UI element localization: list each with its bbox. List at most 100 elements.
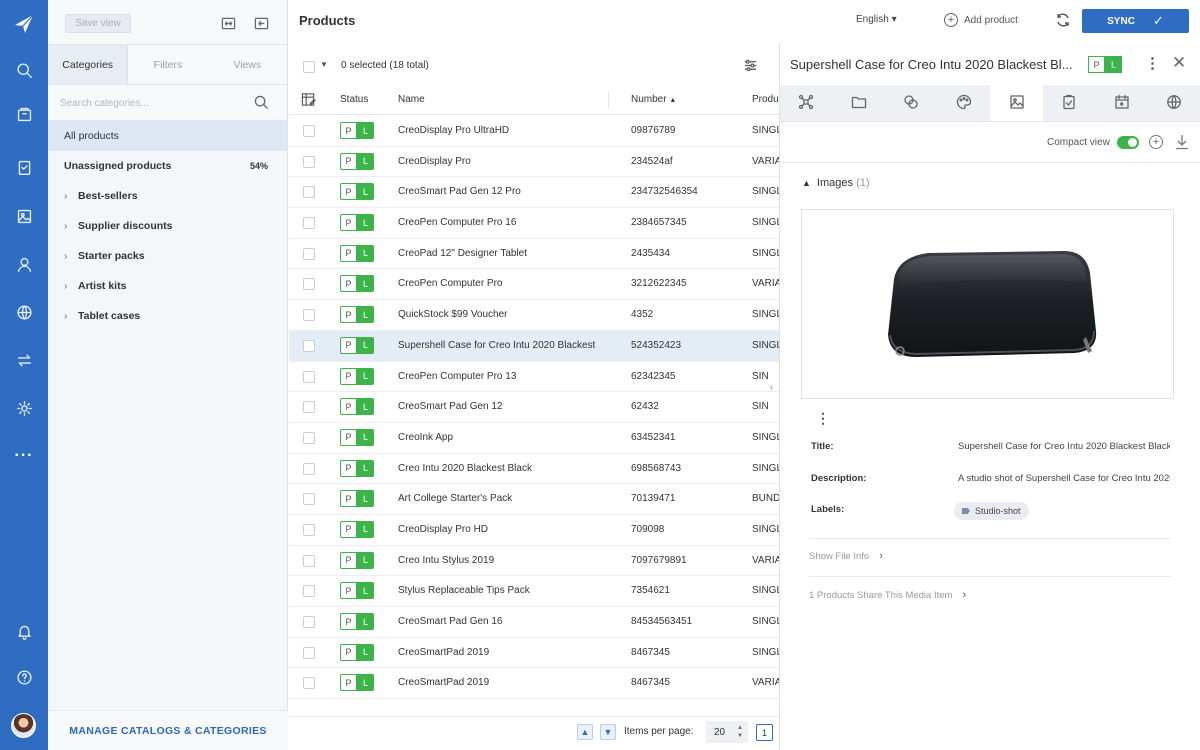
row-checkbox[interactable] xyxy=(303,493,315,506)
stepper-icon[interactable]: ▲ ▼ xyxy=(737,724,743,740)
product-name[interactable]: CreoPen Computer Pro 16 xyxy=(398,217,598,228)
tab-structure[interactable] xyxy=(780,85,833,121)
category-item[interactable]: › Artist kits xyxy=(48,271,287,301)
product-name[interactable]: CreoSmart Pad Gen 12 Pro xyxy=(398,186,598,197)
add-product-button[interactable]: + Add product xyxy=(944,13,1018,27)
table-row[interactable]: P L CreoSmart Pad Gen 12 62432 SIN xyxy=(289,392,779,423)
row-checkbox[interactable] xyxy=(303,677,315,690)
row-checkbox[interactable] xyxy=(303,247,315,260)
column-name[interactable]: Name xyxy=(398,94,425,105)
search-icon[interactable] xyxy=(12,58,36,82)
category-item[interactable]: Unassigned products 54% xyxy=(48,151,287,181)
download-icon[interactable] xyxy=(1175,134,1189,153)
row-checkbox[interactable] xyxy=(303,339,315,352)
tab-categories[interactable]: Categories xyxy=(48,45,129,84)
product-name[interactable]: CreoPad 12" Designer Tablet xyxy=(398,248,598,259)
chevron-up-icon[interactable]: ▲ xyxy=(577,724,593,740)
product-name[interactable]: Supershell Case for Creo Intu 2020 Black… xyxy=(398,340,598,351)
column-product-type[interactable]: Produ xyxy=(752,94,779,105)
chevron-right-icon[interactable]: › xyxy=(64,191,78,202)
product-name[interactable]: CreoInk App xyxy=(398,432,598,443)
table-row[interactable]: P L Stylus Replaceable Tips Pack 7354621 SIN… xyxy=(289,576,779,607)
compact-view-toggle[interactable] xyxy=(1117,136,1139,149)
product-name[interactable]: CreoPen Computer Pro 13 xyxy=(398,371,598,382)
row-checkbox[interactable] xyxy=(303,554,315,567)
row-checkbox[interactable] xyxy=(303,186,315,199)
product-name[interactable]: CreoDisplay Pro HD xyxy=(398,524,598,535)
product-name[interactable]: CreoSmart Pad Gen 16 xyxy=(398,616,598,627)
table-row[interactable]: PL CreoPen Computer Pro 16 2384657345 SINGL xyxy=(289,208,779,239)
shared-products-link[interactable]: 1 Products Share This Media Item › xyxy=(809,589,966,601)
table-row[interactable]: P L CreoDisplay Pro 234524af VARIA xyxy=(289,147,779,178)
category-item[interactable]: › Starter packs xyxy=(48,241,287,271)
category-item[interactable]: › Best-sellers xyxy=(48,181,287,211)
table-row[interactable]: P L CreoSmartPad 2019 8467345 VARIA xyxy=(289,668,779,700)
row-checkbox[interactable] xyxy=(303,125,315,137)
select-all-checkbox[interactable] xyxy=(303,61,315,73)
manage-catalogs-link[interactable]: MANAGE CATALOGS & CATEGORIES xyxy=(48,710,288,750)
column-number[interactable]: Number ▲ xyxy=(631,94,676,105)
row-checkbox[interactable] xyxy=(303,616,315,628)
tab-views[interactable]: Views xyxy=(207,45,287,84)
search-icon[interactable] xyxy=(254,95,269,113)
images-section-header[interactable]: ▲ Images (1) xyxy=(802,177,870,189)
table-row[interactable]: P L CreoPen Computer Pro 13 62342345 SIN xyxy=(289,362,779,393)
tab-calendar[interactable] xyxy=(1096,85,1149,121)
more-vertical-icon[interactable]: ⋮ xyxy=(816,410,830,427)
table-row[interactable]: P L Supershell Case for Creo Intu 2020 Bla… xyxy=(289,330,779,362)
page-number[interactable]: 1 xyxy=(756,724,773,741)
tab-images[interactable] xyxy=(990,85,1043,121)
column-status[interactable]: Status xyxy=(340,94,368,105)
image-icon[interactable] xyxy=(12,204,36,228)
show-file-info-link[interactable]: Show File Info › xyxy=(809,550,883,562)
description-value[interactable]: A studio shot of Supershell Case for Cre… xyxy=(958,473,1170,484)
table-row[interactable]: P L Art College Starter's Pack 70139471 BUND xyxy=(289,484,779,515)
help-icon[interactable] xyxy=(12,665,36,689)
table-row[interactable]: PL CreoInk App 63452341 SINGL xyxy=(289,423,779,454)
table-row[interactable]: P L CreoSmart Pad Gen 12 Pro 234732546354 SI… xyxy=(289,177,779,209)
label-chip[interactable]: Studio-shot xyxy=(954,502,1029,520)
chevron-right-icon[interactable]: › xyxy=(64,311,78,322)
refresh-icon[interactable] xyxy=(1055,12,1071,31)
row-checkbox[interactable] xyxy=(303,370,315,383)
column-divider[interactable] xyxy=(608,91,609,109)
sync-button[interactable]: SYNC ✓ xyxy=(1082,9,1189,33)
tab-palette[interactable] xyxy=(938,85,991,121)
row-checkbox[interactable] xyxy=(303,462,315,475)
table-row[interactable]: PL CreoSmartPad 2019 8467345 SINGL xyxy=(289,638,779,669)
collapse-panel-icon[interactable] xyxy=(252,14,270,32)
tasks-icon[interactable] xyxy=(12,155,36,179)
column-settings-icon[interactable] xyxy=(743,58,758,76)
catalog-icon[interactable] xyxy=(12,102,36,126)
tab-checklist[interactable] xyxy=(1043,85,1096,121)
tab-folder[interactable] xyxy=(833,85,886,121)
product-name[interactable]: Creo Intu Stylus 2019 xyxy=(398,555,598,566)
product-name[interactable]: CreoSmartPad 2019 xyxy=(398,647,598,658)
product-name[interactable]: Creo Intu 2020 Blackest Black xyxy=(398,463,598,474)
row-checkbox[interactable] xyxy=(303,217,315,230)
chevron-down-icon[interactable]: ▼ xyxy=(320,60,328,69)
row-checkbox[interactable] xyxy=(303,278,315,291)
table-row[interactable]: PL CreoDisplay Pro HD 709098 SINGL xyxy=(289,515,779,546)
chevron-right-icon[interactable]: › xyxy=(64,221,78,232)
tab-translations[interactable] xyxy=(1148,85,1200,121)
items-per-page-select[interactable]: 20 ▲ ▼ xyxy=(706,721,748,743)
chevron-down-icon[interactable]: ▼ xyxy=(600,724,616,740)
row-checkbox[interactable] xyxy=(303,585,315,598)
category-item[interactable]: All products xyxy=(48,121,287,151)
category-search-input[interactable] xyxy=(60,93,250,113)
table-row[interactable]: PL QuickStock $99 Voucher 4352 SINGL xyxy=(289,300,779,331)
transfer-icon[interactable] xyxy=(12,348,36,372)
globe-icon[interactable] xyxy=(12,300,36,324)
product-name[interactable]: Stylus Replaceable Tips Pack xyxy=(398,585,598,596)
bell-icon[interactable] xyxy=(12,619,36,643)
user-icon[interactable] xyxy=(12,252,36,276)
language-select[interactable]: English ▾ xyxy=(856,14,897,25)
title-value[interactable]: Supershell Case for Creo Intu 2020 Black… xyxy=(958,441,1170,452)
chevron-right-icon[interactable]: › xyxy=(64,251,78,262)
table-row[interactable]: P L Creo Intu 2020 Blackest Black 698568743… xyxy=(289,454,779,485)
product-name[interactable]: CreoSmartPad 2019 xyxy=(398,677,598,688)
avatar[interactable] xyxy=(11,713,36,738)
row-checkbox[interactable] xyxy=(303,155,315,168)
more-vertical-icon[interactable]: ⋮ xyxy=(1145,54,1160,72)
